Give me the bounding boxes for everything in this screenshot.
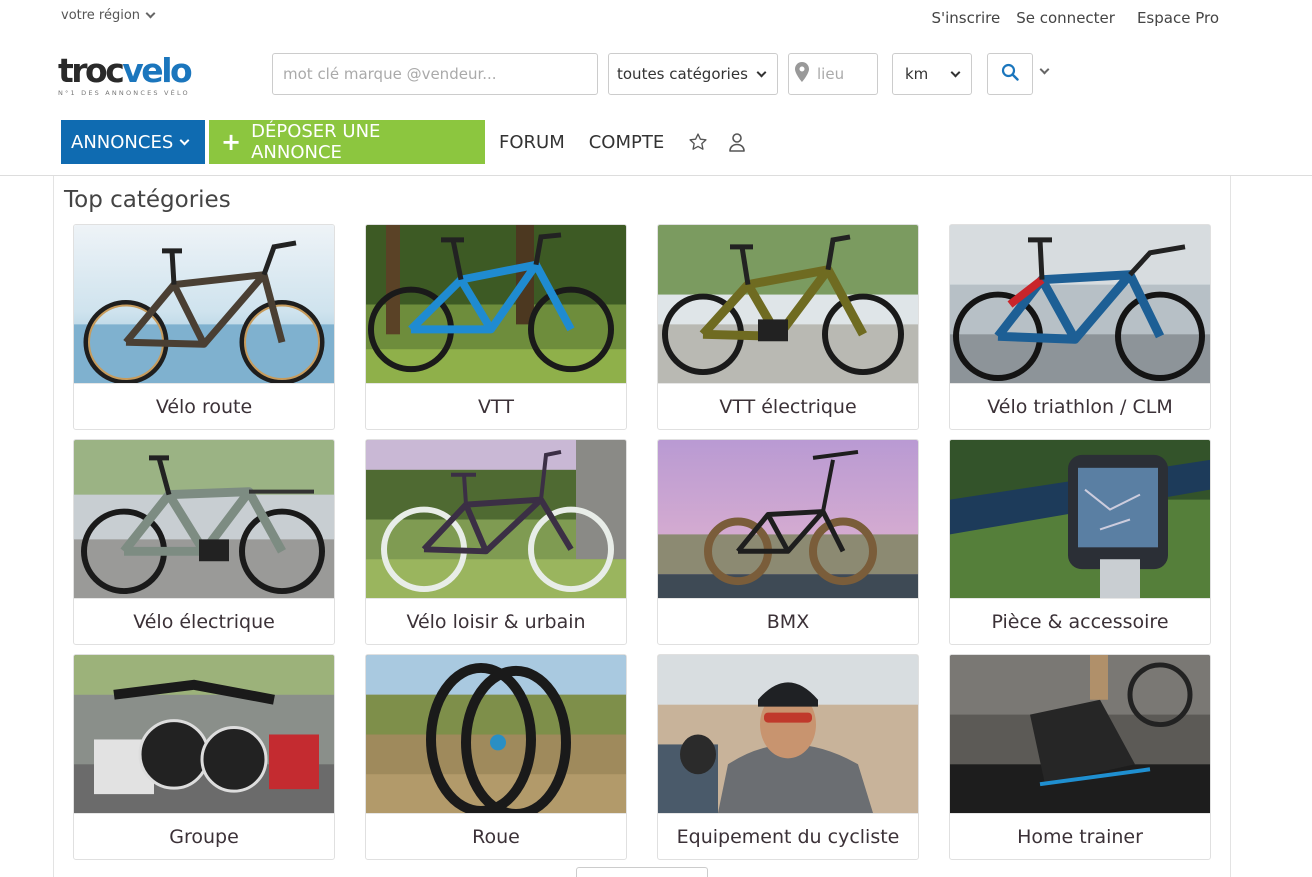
- user-icon[interactable]: [728, 132, 746, 152]
- category-card-piece-accessoire[interactable]: Pièce & accessoire: [949, 439, 1211, 645]
- location-placeholder: lieu: [817, 65, 845, 83]
- category-label: Vélo électrique: [133, 610, 275, 633]
- category-card-equipement-cycliste[interactable]: Equipement du cycliste: [657, 654, 919, 860]
- category-label: Vélo route: [155, 395, 253, 418]
- category-label: Pièce & accessoire: [991, 610, 1169, 633]
- chevron-down-icon: [145, 8, 156, 19]
- category-label: VTT: [478, 395, 514, 418]
- chevron-down-icon: [756, 67, 767, 77]
- region-selector[interactable]: votre région: [61, 8, 156, 23]
- search-icon: [1001, 63, 1019, 85]
- category-image: [366, 655, 626, 814]
- advanced-search-chevron-icon[interactable]: [1039, 64, 1050, 75]
- category-card-bmx[interactable]: BMX: [657, 439, 919, 645]
- map-pin-icon: [795, 62, 809, 86]
- category-card-velo-loisir-urbain[interactable]: Vélo loisir & urbain: [365, 439, 627, 645]
- category-card-velo-electrique[interactable]: Vélo électrique: [73, 439, 335, 645]
- category-card-groupe[interactable]: Groupe: [73, 654, 335, 860]
- category-label: VTT électrique: [719, 395, 857, 418]
- category-image: [74, 655, 334, 814]
- more-categories-button[interactable]: [576, 867, 708, 877]
- distance-select[interactable]: km: [892, 53, 972, 95]
- category-image: [74, 440, 334, 599]
- category-card-vtt[interactable]: VTT: [365, 224, 627, 430]
- nav-forum-link[interactable]: FORUM: [499, 132, 565, 153]
- post-ad-label: DÉPOSER UNE ANNONCE: [251, 121, 381, 163]
- category-card-velo-route[interactable]: Vélo route: [73, 224, 335, 430]
- pro-space-link[interactable]: Espace Pro: [1137, 9, 1219, 27]
- category-image: [658, 655, 918, 814]
- category-image: [658, 225, 918, 384]
- category-label: Roue: [472, 825, 520, 848]
- category-label: BMX: [766, 610, 810, 633]
- keyword-search-input[interactable]: [272, 53, 598, 95]
- chevron-down-icon: [179, 135, 190, 145]
- category-image: [950, 440, 1210, 599]
- category-card-vtt-electrique[interactable]: VTT électrique: [657, 224, 919, 430]
- section-title: Top catégories: [64, 187, 231, 213]
- chevron-down-icon: [950, 67, 961, 77]
- category-label: Home trainer: [1017, 825, 1143, 848]
- region-label: votre région: [61, 8, 141, 23]
- category-select-value: toutes catégories: [617, 65, 748, 83]
- category-image: [74, 225, 334, 384]
- login-link[interactable]: Se connecter: [1016, 9, 1115, 27]
- category-label: Equipement du cycliste: [676, 825, 900, 848]
- star-icon[interactable]: [688, 132, 708, 152]
- distance-select-value: km: [905, 65, 929, 83]
- category-label: Vélo loisir & urbain: [406, 610, 586, 633]
- logo-troc: troc: [58, 51, 125, 90]
- category-image: [950, 655, 1210, 814]
- category-image: [366, 440, 626, 599]
- category-label: Vélo triathlon / CLM: [987, 395, 1173, 418]
- category-card-roue[interactable]: Roue: [365, 654, 627, 860]
- annonces-menu-button[interactable]: ANNONCES: [61, 120, 205, 164]
- category-label: Groupe: [169, 825, 239, 848]
- plus-icon: +: [221, 128, 242, 156]
- category-card-home-trainer[interactable]: Home trainer: [949, 654, 1211, 860]
- top-links: S'inscrire Se connecter Espace Pro: [931, 9, 1219, 27]
- logo-wordmark: trocvelo: [58, 54, 223, 88]
- logo-tagline: N°1 DES ANNONCES VÉLO: [58, 89, 190, 97]
- category-image: [658, 440, 918, 599]
- nav-account-link[interactable]: COMPTE: [589, 132, 665, 153]
- category-select[interactable]: toutes catégories: [608, 53, 778, 95]
- category-image: [950, 225, 1210, 384]
- annonces-label: ANNONCES: [71, 131, 174, 153]
- category-image: [366, 225, 626, 384]
- logo-velo: velo: [122, 51, 192, 90]
- search-button[interactable]: [987, 53, 1033, 95]
- category-grid: Vélo route VTT VTT électrique Vélo triat…: [73, 224, 1211, 860]
- location-input[interactable]: lieu: [788, 53, 878, 95]
- category-card-velo-triathlon-clm[interactable]: Vélo triathlon / CLM: [949, 224, 1211, 430]
- signup-link[interactable]: S'inscrire: [931, 9, 1000, 27]
- main-nav: ANNONCES + DÉPOSER UNE ANNONCE FORUM COM…: [61, 120, 746, 164]
- post-ad-button[interactable]: + DÉPOSER UNE ANNONCE: [209, 120, 485, 164]
- site-logo[interactable]: trocvelo N°1 DES ANNONCES VÉLO: [58, 54, 223, 98]
